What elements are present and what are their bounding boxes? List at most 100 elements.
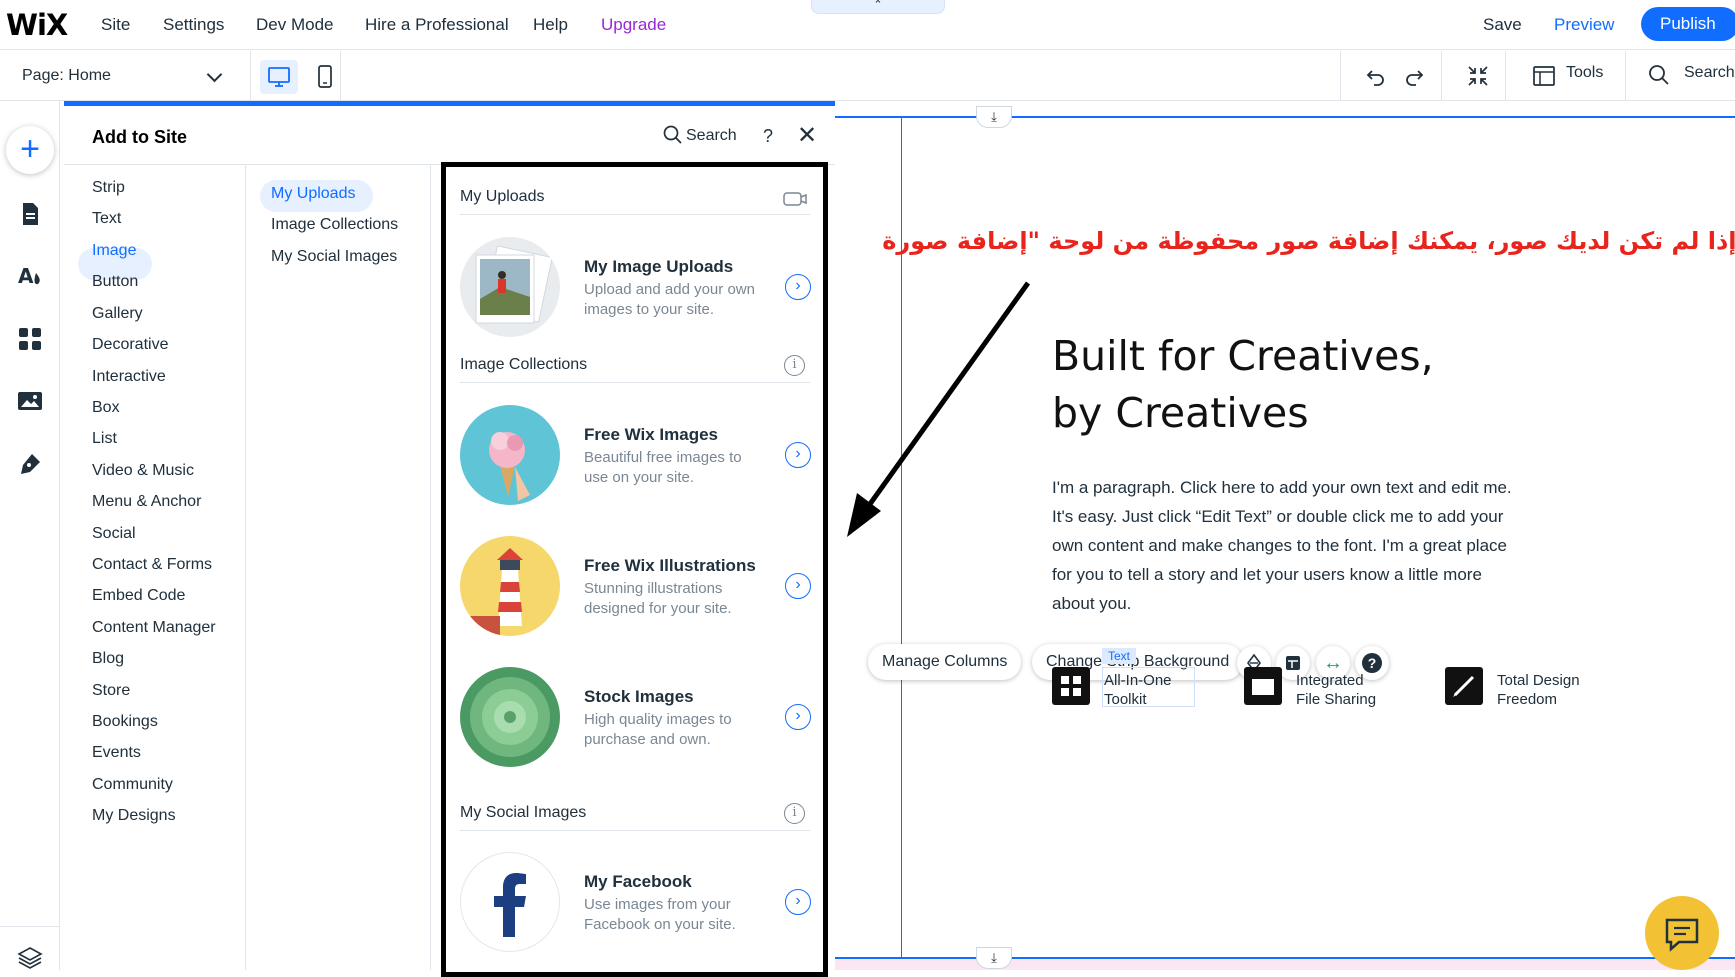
feature-line: Total Design xyxy=(1497,672,1580,689)
desktop-view-button[interactable] xyxy=(260,60,298,94)
category-decorative[interactable]: Decorative xyxy=(92,336,168,354)
subcategory-image-collections[interactable]: Image Collections xyxy=(271,216,398,234)
menu-hire-professional[interactable]: Hire a Professional xyxy=(365,15,509,35)
menu-upgrade[interactable]: Upgrade xyxy=(601,15,666,35)
annotation-arrow xyxy=(847,281,1031,537)
undo-icon xyxy=(1366,70,1384,86)
card-free-wix-images[interactable]: Free Wix Images Beautiful free images to… xyxy=(460,400,815,510)
menu-settings[interactable]: Settings xyxy=(163,15,224,35)
add-elements-button[interactable]: + xyxy=(6,126,54,174)
image-icon xyxy=(18,392,42,410)
save-button[interactable]: Save xyxy=(1483,15,1522,35)
undo-button[interactable] xyxy=(1364,64,1388,93)
divider xyxy=(460,382,810,383)
apps-button[interactable] xyxy=(17,326,43,352)
search-icon xyxy=(663,125,683,150)
site-canvas: ⤓ ⤓ "إذا لم تكن لديك صور، يمكنك إضافة صو… xyxy=(835,101,1735,970)
section-header-my-uploads: My Uploads xyxy=(460,188,545,205)
manage-columns-button[interactable]: Manage Columns xyxy=(868,644,1022,680)
tools-button[interactable]: Tools xyxy=(1566,64,1603,82)
chat-button[interactable] xyxy=(1645,896,1719,970)
info-icon[interactable]: i xyxy=(784,803,805,824)
category-strip[interactable]: Strip xyxy=(92,179,125,197)
page-selector[interactable]: Page: Home xyxy=(22,67,111,85)
category-social[interactable]: Social xyxy=(92,525,136,543)
card-my-facebook[interactable]: My Facebook Use images from your Faceboo… xyxy=(460,847,815,957)
chevron-right-icon[interactable]: › xyxy=(785,274,811,300)
mobile-view-button[interactable] xyxy=(315,63,335,96)
category-text[interactable]: Text xyxy=(92,210,121,228)
card-free-wix-illustrations[interactable]: Free Wix Illustrations Stunning illustra… xyxy=(460,531,815,641)
chevron-right-icon[interactable]: › xyxy=(785,573,811,599)
category-embed-code[interactable]: Embed Code xyxy=(92,587,185,605)
zoom-out-button[interactable] xyxy=(1466,64,1490,93)
panel-search-button[interactable]: Search xyxy=(686,127,737,145)
search-icon xyxy=(1648,64,1670,91)
category-blog[interactable]: Blog xyxy=(92,650,124,668)
feature-text: Total Design Freedom xyxy=(1497,671,1607,709)
info-icon[interactable]: i xyxy=(784,355,805,376)
category-box[interactable]: Box xyxy=(92,399,120,417)
subcategory-my-uploads[interactable]: My Uploads xyxy=(271,185,355,203)
question-icon: ? xyxy=(1362,653,1382,673)
tools-icon xyxy=(1532,65,1556,92)
wix-logo[interactable]: WiX xyxy=(6,8,68,42)
chevron-down-icon[interactable] xyxy=(206,66,223,83)
category-my-designs[interactable]: My Designs xyxy=(92,807,176,825)
left-sidebar: + A xyxy=(0,101,60,970)
chat-icon xyxy=(1665,918,1699,952)
card-description: Beautiful free images to use on your sit… xyxy=(584,449,742,486)
search-button[interactable]: Search xyxy=(1684,64,1735,82)
pages-button[interactable] xyxy=(17,201,43,227)
card-description: High quality images to purchase and own. xyxy=(584,711,732,748)
feature-line: File Sharing xyxy=(1296,691,1377,708)
category-interactive[interactable]: Interactive xyxy=(92,368,166,386)
section-header-my-social-images: My Social Images xyxy=(460,804,587,821)
layers-icon xyxy=(17,947,43,969)
category-image[interactable]: Image xyxy=(92,242,136,260)
section-header-image-collections: Image Collections xyxy=(460,356,588,373)
redo-icon xyxy=(1406,70,1424,86)
facebook-icon xyxy=(460,852,560,952)
collapse-handle[interactable]: ⌃ xyxy=(811,0,945,14)
close-icon[interactable]: ✕ xyxy=(797,121,817,150)
menu-site[interactable]: Site xyxy=(101,15,130,35)
publish-button[interactable]: Publish xyxy=(1641,7,1735,41)
site-heading[interactable]: Built for Creatives, by Creatives xyxy=(1052,328,1434,442)
category-content-manager[interactable]: Content Manager xyxy=(92,619,216,637)
chevron-right-icon[interactable]: › xyxy=(785,889,811,915)
card-title: My Facebook xyxy=(584,872,692,891)
design-button[interactable]: A xyxy=(17,263,43,289)
category-contact-forms[interactable]: Contact & Forms xyxy=(92,556,212,574)
chevron-right-icon[interactable]: › xyxy=(785,442,811,468)
category-community[interactable]: Community xyxy=(92,776,173,794)
category-menu-anchor[interactable]: Menu & Anchor xyxy=(92,493,201,511)
subcategory-my-social-images[interactable]: My Social Images xyxy=(271,248,397,266)
preview-button[interactable]: Preview xyxy=(1554,15,1614,35)
menu-help[interactable]: Help xyxy=(533,15,568,35)
card-my-image-uploads[interactable]: My Image Uploads Upload and add your own… xyxy=(460,232,815,342)
plus-icon: + xyxy=(20,130,40,168)
help-icon[interactable]: ? xyxy=(763,126,773,147)
category-list[interactable]: List xyxy=(92,430,117,448)
divider xyxy=(460,830,810,831)
next-strip xyxy=(835,959,1735,970)
card-stock-images[interactable]: Stock Images High quality images to purc… xyxy=(460,662,815,772)
redo-button[interactable] xyxy=(1402,64,1426,93)
category-gallery[interactable]: Gallery xyxy=(92,305,143,323)
category-events[interactable]: Events xyxy=(92,744,141,762)
media-button[interactable] xyxy=(17,388,43,414)
category-video-music[interactable]: Video & Music xyxy=(92,462,194,480)
video-icon[interactable] xyxy=(783,191,807,212)
chevron-right-icon[interactable]: › xyxy=(785,704,811,730)
blog-button[interactable] xyxy=(17,451,43,477)
menu-dev-mode[interactable]: Dev Mode xyxy=(256,15,333,35)
site-paragraph[interactable]: I'm a paragraph. Click here to add your … xyxy=(1052,473,1512,618)
divider xyxy=(1505,51,1506,101)
category-list: Strip Text Image Button Gallery Decorative Int… xyxy=(64,165,246,970)
category-store[interactable]: Store xyxy=(92,682,130,700)
download-anchor-icon[interactable]: ⤓ xyxy=(976,947,1012,969)
layers-button[interactable] xyxy=(17,945,43,971)
category-bookings[interactable]: Bookings xyxy=(92,713,158,731)
category-button[interactable]: Button xyxy=(92,273,138,291)
